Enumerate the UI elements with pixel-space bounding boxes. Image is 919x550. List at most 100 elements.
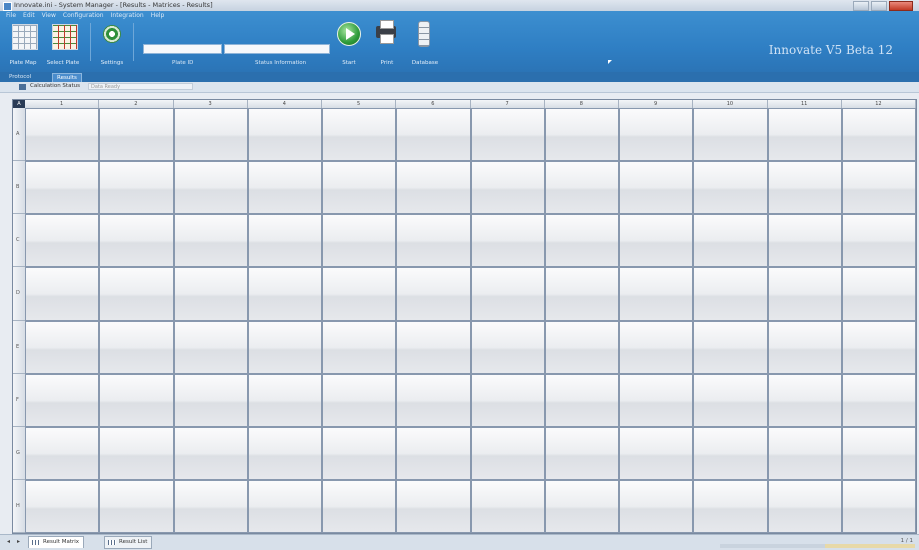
column-header-5[interactable]: 5: [322, 100, 397, 108]
maximize-button[interactable]: [871, 1, 887, 11]
well-cell[interactable]: [767, 373, 842, 427]
database-button[interactable]: Database: [410, 21, 440, 69]
well-cell[interactable]: [25, 479, 100, 533]
well-cell[interactable]: [173, 479, 248, 533]
well-cell[interactable]: [767, 479, 842, 533]
plate-map-button[interactable]: Plate Map: [5, 21, 41, 69]
plate-id-field[interactable]: [143, 44, 222, 54]
well-cell[interactable]: [322, 320, 397, 374]
well-cell[interactable]: [173, 426, 248, 480]
column-header-9[interactable]: 9: [619, 100, 694, 108]
well-cell[interactable]: [767, 108, 842, 162]
well-cell[interactable]: [173, 320, 248, 374]
column-header-7[interactable]: 7: [470, 100, 545, 108]
well-cell[interactable]: [173, 373, 248, 427]
well-cell[interactable]: [470, 373, 545, 427]
well-cell[interactable]: [470, 108, 545, 162]
row-header-a[interactable]: A: [13, 108, 25, 162]
well-cell[interactable]: [173, 267, 248, 321]
menu-item-view[interactable]: View: [42, 12, 56, 19]
well-cell[interactable]: [693, 161, 768, 215]
row-header-h[interactable]: H: [13, 479, 25, 533]
well-cell[interactable]: [247, 320, 322, 374]
well-cell[interactable]: [25, 373, 100, 427]
column-header-6[interactable]: 6: [396, 100, 471, 108]
well-cell[interactable]: [841, 108, 916, 162]
well-cell[interactable]: [25, 161, 100, 215]
row-header-b[interactable]: B: [13, 161, 25, 215]
nav-next-icon[interactable]: ▸: [14, 538, 23, 546]
row-header-g[interactable]: G: [13, 426, 25, 480]
column-header-4[interactable]: 4: [247, 100, 322, 108]
well-cell[interactable]: [544, 320, 619, 374]
well-cell[interactable]: [173, 161, 248, 215]
well-cell[interactable]: [99, 426, 174, 480]
well-cell[interactable]: [693, 426, 768, 480]
well-cell[interactable]: [25, 267, 100, 321]
nav-prev-icon[interactable]: ◂: [4, 538, 13, 546]
column-header-12[interactable]: 12: [841, 100, 916, 108]
well-cell[interactable]: [25, 426, 100, 480]
well-cell[interactable]: [544, 214, 619, 268]
well-cell[interactable]: [247, 373, 322, 427]
well-cell[interactable]: [470, 267, 545, 321]
well-cell[interactable]: [322, 426, 397, 480]
settings-button[interactable]: Settings: [97, 21, 127, 69]
row-header-d[interactable]: D: [13, 267, 25, 321]
well-cell[interactable]: [173, 108, 248, 162]
well-cell[interactable]: [322, 214, 397, 268]
row-header-c[interactable]: C: [13, 214, 25, 268]
well-cell[interactable]: [173, 214, 248, 268]
well-cell[interactable]: [99, 214, 174, 268]
print-button[interactable]: Print: [372, 20, 402, 69]
well-cell[interactable]: [619, 479, 694, 533]
well-cell[interactable]: [470, 426, 545, 480]
well-cell[interactable]: [396, 479, 471, 533]
well-cell[interactable]: [544, 267, 619, 321]
well-cell[interactable]: [470, 479, 545, 533]
well-cell[interactable]: [99, 320, 174, 374]
well-cell[interactable]: [619, 426, 694, 480]
well-cell[interactable]: [25, 214, 100, 268]
well-cell[interactable]: [693, 214, 768, 268]
tab-results[interactable]: Results: [52, 73, 82, 82]
well-cell[interactable]: [693, 373, 768, 427]
well-cell[interactable]: [247, 214, 322, 268]
well-cell[interactable]: [396, 161, 471, 215]
well-cell[interactable]: [841, 479, 916, 533]
well-cell[interactable]: [841, 320, 916, 374]
column-header-1[interactable]: 1: [25, 100, 100, 108]
well-cell[interactable]: [396, 426, 471, 480]
well-cell[interactable]: [396, 214, 471, 268]
well-cell[interactable]: [544, 426, 619, 480]
well-cell[interactable]: [619, 373, 694, 427]
well-cell[interactable]: [322, 161, 397, 215]
well-cell[interactable]: [693, 320, 768, 374]
well-cell[interactable]: [247, 108, 322, 162]
tab-result-list[interactable]: Result List: [104, 536, 153, 549]
menu-item-integration[interactable]: Integration: [111, 12, 144, 19]
well-cell[interactable]: [396, 373, 471, 427]
well-cell[interactable]: [470, 161, 545, 215]
well-cell[interactable]: [396, 320, 471, 374]
well-cell[interactable]: [544, 161, 619, 215]
well-cell[interactable]: [841, 373, 916, 427]
well-cell[interactable]: [693, 479, 768, 533]
well-cell[interactable]: [619, 267, 694, 321]
tab-result-matrix[interactable]: Result Matrix: [28, 536, 85, 548]
column-header-2[interactable]: 2: [99, 100, 174, 108]
well-cell[interactable]: [767, 214, 842, 268]
well-cell[interactable]: [322, 373, 397, 427]
well-cell[interactable]: [470, 214, 545, 268]
well-cell[interactable]: [693, 108, 768, 162]
column-header-10[interactable]: 10: [693, 100, 768, 108]
well-cell[interactable]: [25, 108, 100, 162]
menu-item-configuration[interactable]: Configuration: [63, 12, 104, 19]
row-header-f[interactable]: F: [13, 373, 25, 427]
well-cell[interactable]: [99, 373, 174, 427]
well-cell[interactable]: [470, 320, 545, 374]
well-cell[interactable]: [99, 479, 174, 533]
well-cell[interactable]: [396, 108, 471, 162]
well-cell[interactable]: [25, 320, 100, 374]
well-cell[interactable]: [841, 161, 916, 215]
